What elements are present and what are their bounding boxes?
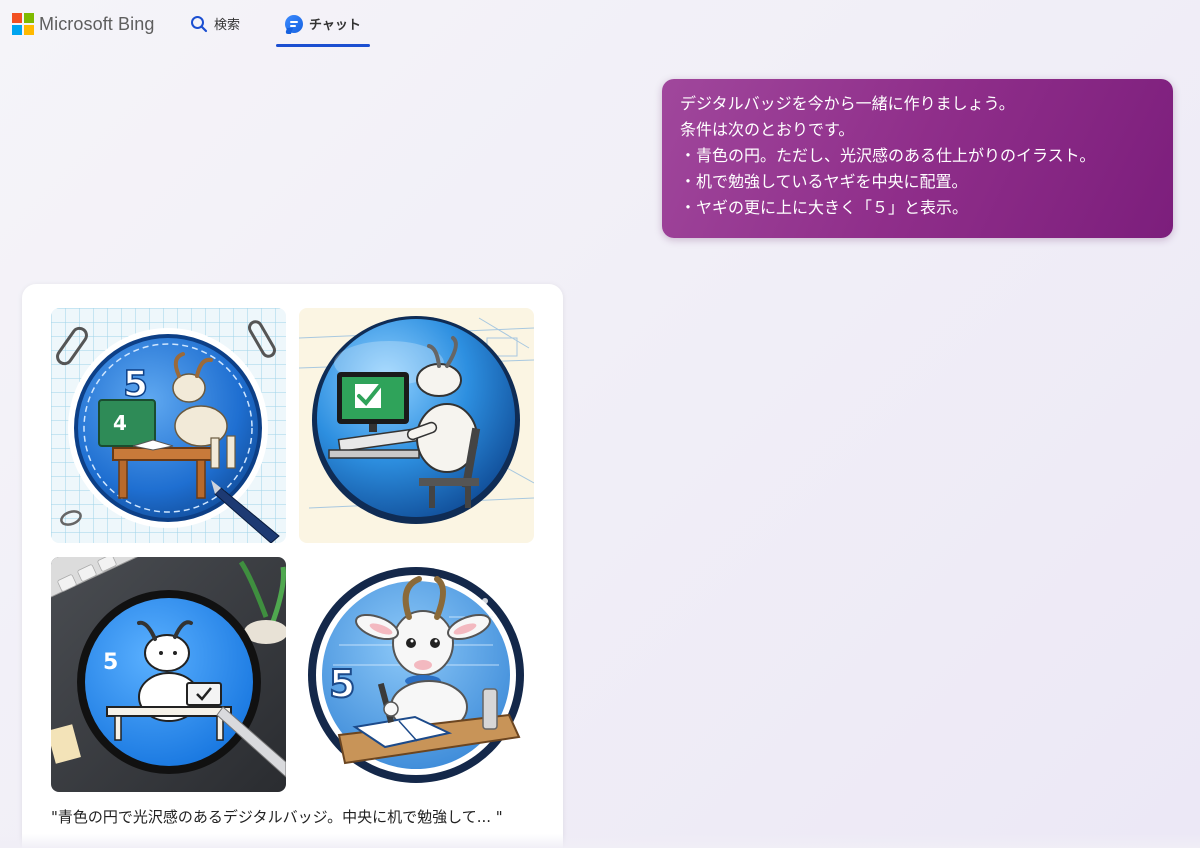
message-line: ・机で勉強しているヤギを中央に配置。 (680, 172, 968, 191)
board-text: 4 (113, 411, 127, 435)
active-tab-indicator (276, 44, 370, 47)
message-line: デジタルバッジを今から一緒に作りましょう。 (680, 94, 1015, 113)
message-line: 条件は次のとおりです。 (680, 120, 855, 139)
tab-search-label: 検索 (214, 18, 241, 33)
generated-image-3[interactable]: 5 (51, 557, 286, 792)
tab-chat[interactable]: チャット (284, 14, 361, 34)
goat-badge-illustration (299, 308, 534, 543)
chat-bubble-icon (284, 14, 303, 34)
message-line: ・青色の円。ただし、光沢感のある仕上がりのイラスト。 (680, 146, 1096, 165)
microsoft-logo-icon (12, 13, 34, 35)
search-icon (191, 15, 208, 32)
badge-number: 5 (329, 662, 355, 706)
generated-image-1[interactable]: 4 5 (51, 308, 286, 543)
goat-badge-illustration: 5 (51, 557, 286, 792)
image-prompt-caption[interactable]: "青色の円で光沢感のあるデジタルバッジ。中央に机で勉強して... " (51, 806, 503, 827)
logo-text: Microsoft Bing (39, 13, 155, 34)
image-result-card: 4 5 5 5 "青色の円で光沢感のあるデジタルバッジ。中央に机で勉強して...… (22, 284, 563, 848)
badge-number: 5 (123, 364, 148, 405)
tab-chat-label: チャット (309, 18, 361, 33)
top-bar: Microsoft Bing 検索 チャット (0, 0, 1200, 50)
tab-search[interactable]: 検索 (190, 14, 240, 33)
generated-image-4[interactable]: 5 (299, 557, 534, 792)
goat-badge-illustration: 4 5 (51, 308, 286, 543)
message-line: ・ヤギの更に上に大きく「５」と表示。 (680, 198, 969, 217)
bing-logo[interactable]: Microsoft Bing (12, 13, 154, 35)
badge-number: 5 (103, 650, 118, 675)
goat-badge-illustration: 5 (299, 557, 534, 792)
generated-image-2[interactable] (299, 308, 534, 543)
user-message-bubble: デジタルバッジを今から一緒に作りましょう。 条件は次のとおりです。 ・青色の円。… (662, 79, 1173, 238)
